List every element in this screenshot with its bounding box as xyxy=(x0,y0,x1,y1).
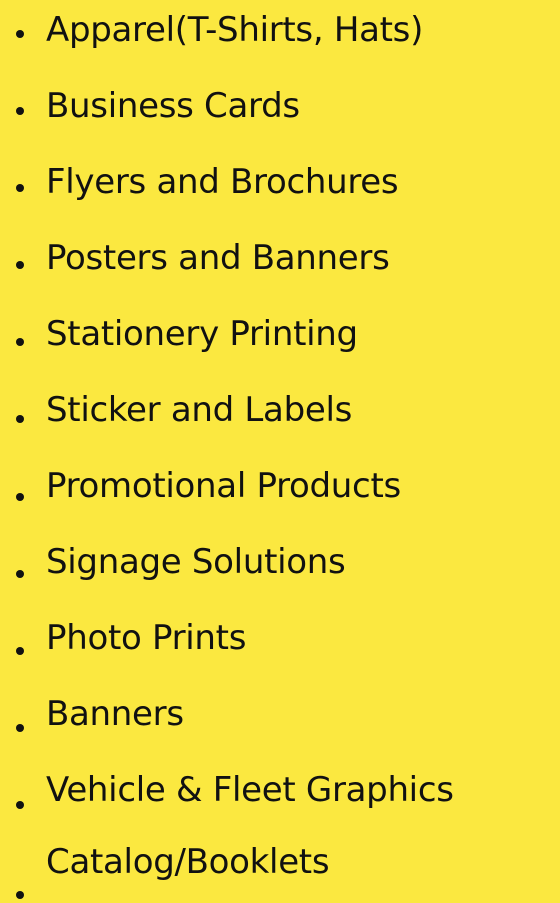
bullet-icon xyxy=(16,338,24,346)
list-item: Posters and Banners xyxy=(0,234,560,294)
list-item: Catalog/Booklets xyxy=(0,838,560,899)
bullet-icon xyxy=(16,647,24,655)
list-item-label: Posters and Banners xyxy=(46,238,390,278)
bullet-icon xyxy=(16,30,24,38)
list-item: Banners xyxy=(0,690,560,750)
bullet-icon xyxy=(16,415,24,423)
list-item-label: Banners xyxy=(46,694,184,734)
list-item: Sticker and Labels xyxy=(0,386,560,446)
services-list: Apparel(T-Shirts, Hats) Business Cards F… xyxy=(0,0,560,903)
list-item-label: Signage Solutions xyxy=(46,542,346,582)
list-item-label: Apparel(T-Shirts, Hats) xyxy=(46,10,424,50)
bullet-icon xyxy=(16,184,24,192)
bullet-icon xyxy=(16,801,24,809)
list-item-label: Vehicle & Fleet Graphics xyxy=(46,770,454,810)
list-item: Vehicle & Fleet Graphics xyxy=(0,766,560,826)
list-item: Flyers and Brochures xyxy=(0,158,560,218)
list-item: Photo Prints xyxy=(0,614,560,674)
bullet-icon xyxy=(16,891,24,899)
list-item: Promotional Products xyxy=(0,462,560,522)
list-item-label: Photo Prints xyxy=(46,618,247,658)
list-item-label: Promotional Products xyxy=(46,466,401,506)
list-item-label: Sticker and Labels xyxy=(46,390,353,430)
bullet-icon xyxy=(16,261,24,269)
bullet-icon xyxy=(16,570,24,578)
list-item: Apparel(T-Shirts, Hats) xyxy=(0,6,560,66)
list-item-label: Stationery Printing xyxy=(46,314,358,354)
list-item: Business Cards xyxy=(0,82,560,142)
bullet-icon xyxy=(16,724,24,732)
bullet-icon xyxy=(16,493,24,501)
list-item-label: Flyers and Brochures xyxy=(46,162,399,202)
list-item-label: Catalog/Booklets xyxy=(46,842,330,882)
list-item: Signage Solutions xyxy=(0,538,560,598)
list-item: Stationery Printing xyxy=(0,310,560,370)
bullet-icon xyxy=(16,107,24,115)
list-item-label: Business Cards xyxy=(46,86,300,126)
